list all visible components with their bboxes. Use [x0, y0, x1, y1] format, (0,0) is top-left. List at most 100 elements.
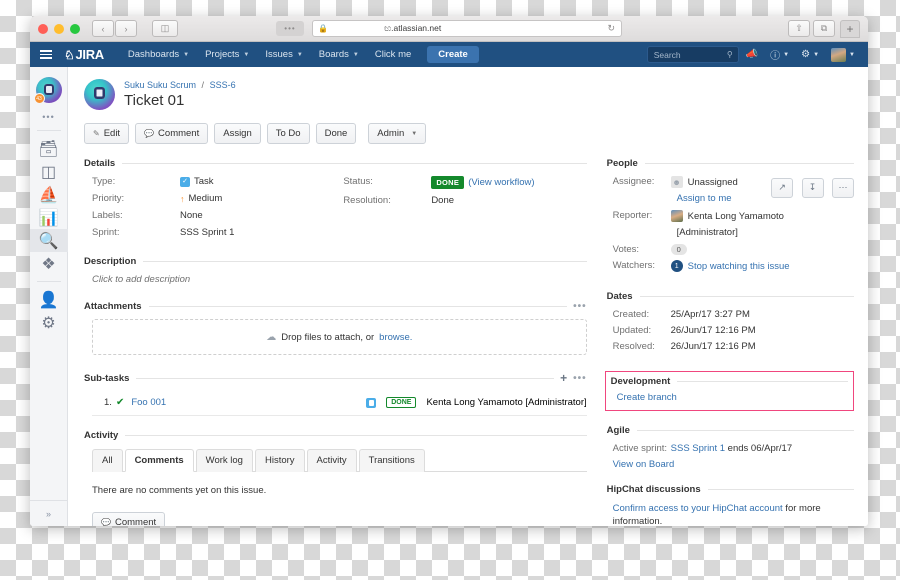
- project-avatar-small[interactable]: 43: [36, 77, 62, 103]
- nav-item-click-me[interactable]: Click me: [367, 42, 419, 67]
- sidebar-item-board[interactable]: ◫: [30, 160, 68, 183]
- avatar-image: [831, 48, 846, 62]
- tab-transitions[interactable]: Transitions: [359, 449, 425, 472]
- active-sprint-link[interactable]: SSS Sprint 1: [671, 443, 725, 454]
- attachments-more-icon[interactable]: •••: [573, 301, 587, 312]
- components-icon: ❖: [41, 254, 55, 274]
- pencil-icon: ✎: [93, 129, 100, 138]
- field-resolution: Resolution: Done: [335, 195, 586, 206]
- subtask-title-link[interactable]: Foo 001: [131, 397, 166, 408]
- page-title: Ticket 01: [124, 92, 236, 109]
- nav-label: Projects: [205, 49, 239, 60]
- attachment-dropzone[interactable]: ☁ Drop files to attach, or browse.: [92, 319, 587, 355]
- subtasks-more-icon[interactable]: •••: [573, 373, 587, 384]
- field-label: Type:: [84, 176, 180, 187]
- add-comment-button[interactable]: 💬 Comment: [92, 512, 165, 526]
- tab-activity[interactable]: Activity: [307, 449, 357, 472]
- field-votes: Votes: 0: [607, 244, 854, 255]
- search-icon: ⚲: [727, 50, 733, 59]
- help-icon[interactable]: ⓘ ▼: [765, 47, 794, 62]
- maximize-window-button[interactable]: [70, 24, 80, 34]
- attachments-heading: Attachments •••: [84, 301, 587, 312]
- menu-hamburger-icon[interactable]: [40, 50, 52, 59]
- subtask-index: 1.: [104, 397, 112, 408]
- sidebar-more-icon[interactable]: •••: [42, 112, 54, 122]
- reporter-avatar: [671, 210, 683, 222]
- activity-tabs: All Comments Work log History Activity T…: [92, 448, 587, 472]
- smart-search-dots[interactable]: •••: [276, 21, 304, 36]
- assign-to-me-link[interactable]: Assign to me: [677, 193, 732, 204]
- megaphone-icon[interactable]: 📣: [741, 49, 763, 60]
- forward-button[interactable]: ›: [115, 20, 137, 37]
- more-actions-icon[interactable]: ⋯: [832, 178, 854, 198]
- hipchat-confirm-link[interactable]: Confirm access to your HipChat account: [613, 503, 783, 514]
- priority-medium-icon: ↑: [180, 194, 185, 204]
- issue-columns: Details Type: ✓ Task: [84, 158, 854, 526]
- tab-all[interactable]: All: [92, 449, 123, 472]
- comment-button[interactable]: 💬 Comment: [135, 123, 208, 144]
- sidebar-item-issues[interactable]: 🔍: [30, 229, 68, 252]
- jira-logo[interactable]: ♘JIRA: [64, 47, 104, 62]
- nav-label: Click me: [375, 49, 411, 60]
- sidebar-item-add-people[interactable]: 👤: [30, 288, 68, 311]
- tab-comments[interactable]: Comments: [125, 449, 194, 472]
- field-type: Type: ✓ Task: [84, 176, 335, 187]
- chevron-down-icon: ▼: [297, 52, 303, 58]
- create-button[interactable]: Create: [427, 46, 479, 63]
- search-input[interactable]: Search ⚲: [647, 46, 739, 63]
- sidebar-item-reports[interactable]: 📊: [30, 206, 68, 229]
- sidebar-item-releases[interactable]: ⛵: [30, 183, 68, 206]
- sidebar-item-project-settings[interactable]: ⚙: [30, 311, 68, 334]
- issue-action-bar: ✎ Edit 💬 Comment Assign To Do Done Admin…: [84, 123, 854, 144]
- subtask-status-badge: DONE: [386, 397, 416, 408]
- close-window-button[interactable]: [38, 24, 48, 34]
- description-placeholder[interactable]: Click to add description: [84, 274, 587, 285]
- breadcrumb-project-link[interactable]: Suku Suku Scrum: [124, 80, 196, 90]
- field-label: Resolution:: [335, 195, 431, 206]
- sidebar-expand-button[interactable]: »: [30, 500, 67, 526]
- export-issue-icon[interactable]: ↧: [802, 178, 824, 198]
- create-branch-link[interactable]: Create branch: [617, 392, 677, 403]
- tab-history[interactable]: History: [255, 449, 305, 472]
- breadcrumb-issue-link[interactable]: SSS-6: [210, 80, 236, 90]
- field-labels: Labels: None: [84, 210, 335, 221]
- address-bar[interactable]: 🔒 ඟ.atlassian.net ↻: [312, 20, 622, 37]
- done-transition-button[interactable]: Done: [316, 123, 357, 144]
- spacer: [607, 277, 854, 291]
- browse-link[interactable]: browse.: [379, 332, 412, 343]
- window-controls[interactable]: [38, 24, 80, 34]
- issue-main-column: Details Type: ✓ Task: [84, 158, 599, 526]
- sprint-end-text: ends 06/Apr/17: [725, 443, 792, 454]
- tab-work-log[interactable]: Work log: [196, 449, 253, 472]
- sidebar-toggle-icon[interactable]: ◫: [152, 20, 178, 37]
- reports-icon: 📊: [39, 208, 59, 228]
- admin-menu-button[interactable]: Admin ▼: [368, 123, 426, 144]
- sidebar-item-components[interactable]: ❖: [30, 252, 68, 275]
- profile-avatar[interactable]: ▼: [826, 48, 860, 62]
- hipchat-text-row: Confirm access to your HipChat account f…: [607, 502, 854, 526]
- add-subtask-icon[interactable]: +: [560, 371, 567, 385]
- back-button[interactable]: ‹: [92, 20, 114, 37]
- reload-icon[interactable]: ↻: [607, 23, 615, 34]
- nav-item-projects[interactable]: Projects ▼: [197, 42, 257, 67]
- assign-button[interactable]: Assign: [214, 123, 261, 144]
- view-on-board-link[interactable]: View on Board: [613, 459, 675, 470]
- nav-item-dashboards[interactable]: Dashboards ▼: [120, 42, 197, 67]
- details-heading: Details: [84, 158, 587, 169]
- nav-item-issues[interactable]: Issues ▼: [257, 42, 310, 67]
- create-branch-row: Create branch: [611, 392, 848, 403]
- sidebar-item-backlog[interactable]: 🗃: [30, 137, 68, 160]
- show-tabs-icon[interactable]: ⧉: [813, 20, 835, 37]
- view-workflow-link[interactable]: (View workflow): [468, 177, 534, 188]
- stop-watching-link[interactable]: Stop watching this issue: [688, 261, 790, 272]
- minimize-window-button[interactable]: [54, 24, 64, 34]
- share-issue-icon[interactable]: ↗: [771, 178, 793, 198]
- browser-titlebar: ‹ › ◫ ••• 🔒 ඟ.atlassian.net ↻ ⇧ ⧉ +: [30, 16, 868, 42]
- share-icon[interactable]: ⇧: [788, 20, 810, 37]
- new-tab-icon[interactable]: +: [840, 20, 860, 38]
- project-sidebar: 43 ••• 🗃 ◫ ⛵ 📊 🔍 ❖ 👤 ⚙ »: [30, 67, 68, 526]
- todo-transition-button[interactable]: To Do: [267, 123, 310, 144]
- nav-item-boards[interactable]: Boards ▼: [311, 42, 367, 67]
- settings-gear-icon[interactable]: ⚙ ▼: [796, 49, 824, 60]
- edit-button[interactable]: ✎ Edit: [84, 123, 129, 144]
